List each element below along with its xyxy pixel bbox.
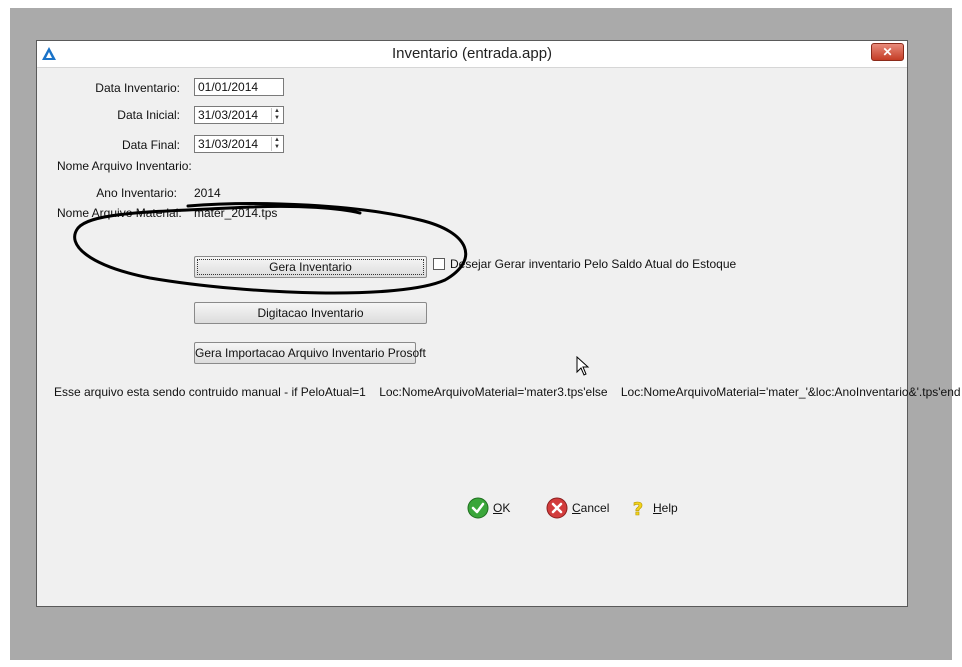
spin-down-icon[interactable]: ▼ xyxy=(272,115,282,122)
spin-up-icon[interactable]: ▲ xyxy=(272,108,282,115)
title-bar[interactable]: Inventario (entrada.app) ✕ xyxy=(37,41,907,68)
data-inicial-field[interactable]: 31/03/2014 ▲ ▼ xyxy=(194,106,284,124)
ok-accel: O xyxy=(493,501,503,515)
data-final-spinner[interactable]: ▲ ▼ xyxy=(271,137,282,151)
spin-up-icon[interactable]: ▲ xyxy=(272,137,282,144)
ok-label: K xyxy=(502,501,511,515)
help-label: elp xyxy=(661,501,678,515)
nome-arquivo-inventario-label: Nome Arquivo Inventario: xyxy=(57,159,192,173)
cancel-icon xyxy=(546,497,568,519)
check-icon xyxy=(467,497,489,519)
data-inventario-field[interactable]: 01/01/2014 xyxy=(194,78,284,96)
data-inicial-value: 31/03/2014 xyxy=(198,108,259,122)
help-accel: H xyxy=(653,501,662,515)
ano-inventario-value: 2014 xyxy=(194,186,221,200)
cancel-label: ancel xyxy=(580,501,610,515)
help-button[interactable]: ? Help xyxy=(627,497,678,519)
svg-text:?: ? xyxy=(633,499,643,519)
data-final-label: Data Final: xyxy=(121,138,180,152)
window-title: Inventario (entrada.app) xyxy=(391,45,553,62)
info-text: Esse arquivo esta sendo contruido manual… xyxy=(54,385,961,399)
ano-inventario-label: Ano Inventario: xyxy=(96,186,177,200)
saldo-atual-checkbox[interactable] xyxy=(433,258,445,270)
inventario-window: Inventario (entrada.app) ✕ Data Inventar… xyxy=(36,40,961,607)
saldo-atual-checkbox-label[interactable]: Desejar Gerar inventario Pelo Saldo Atua… xyxy=(450,257,736,271)
ok-button[interactable]: OK xyxy=(467,497,510,519)
data-final-field[interactable]: 31/03/2014 ▲ ▼ xyxy=(194,135,284,153)
data-inicial-label: Data Inicial: xyxy=(117,108,180,122)
data-inicial-spinner[interactable]: ▲ ▼ xyxy=(271,108,282,122)
mouse-cursor-icon xyxy=(576,356,590,376)
help-icon: ? xyxy=(632,499,643,519)
cancel-button[interactable]: Cancel xyxy=(546,497,609,519)
nome-arquivo-material-label: Nome Arquivo Material: xyxy=(57,206,182,220)
data-final-value: 31/03/2014 xyxy=(198,137,259,151)
digitacao-inventario-button[interactable]: Digitacao Inventario xyxy=(194,302,427,324)
close-button[interactable]: ✕ xyxy=(871,43,904,61)
cancel-accel: C xyxy=(572,501,581,515)
spin-down-icon[interactable]: ▼ xyxy=(272,144,282,151)
data-inventario-label: Data Inventario: xyxy=(95,81,180,95)
gera-inventario-button[interactable]: Gera Inventario xyxy=(194,256,427,278)
gera-importacao-button[interactable]: Gera Importacao Arquivo Inventario Proso… xyxy=(194,342,426,364)
nome-arquivo-material-value: mater_2014.tps xyxy=(194,206,278,220)
